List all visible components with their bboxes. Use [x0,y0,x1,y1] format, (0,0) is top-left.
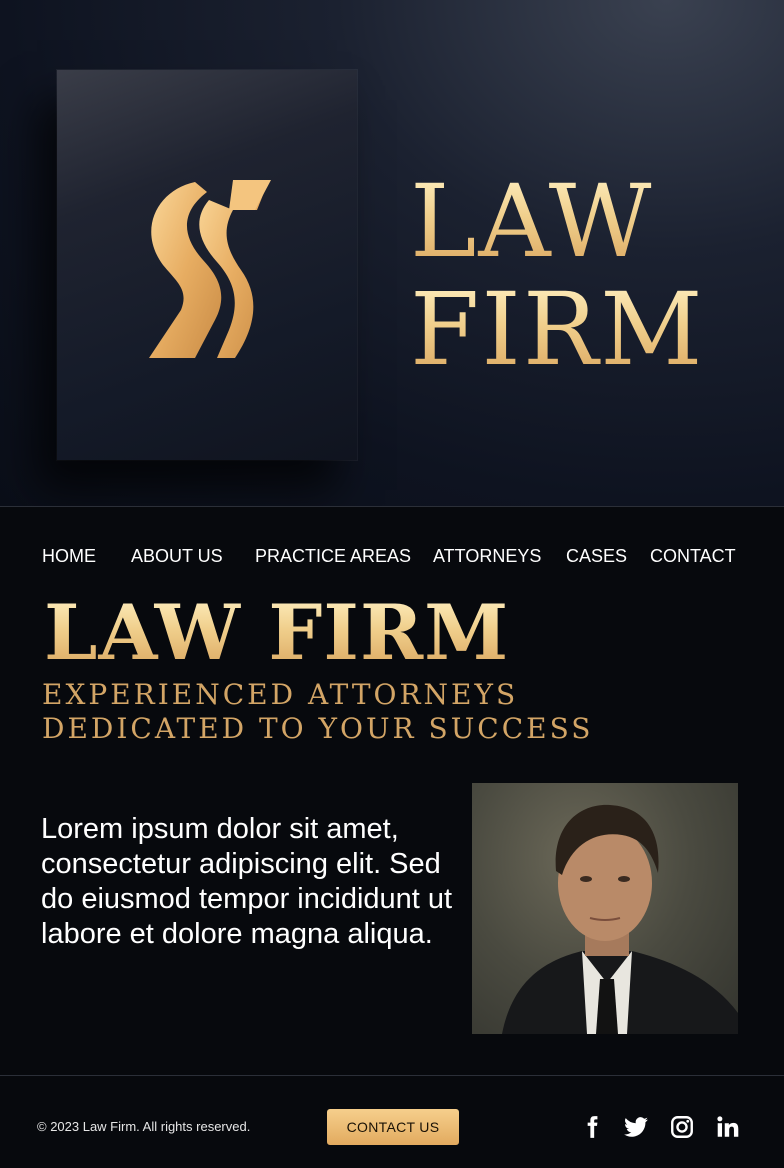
attorney-photo [472,783,738,1034]
hero-title: LAW FIRM [410,168,705,384]
nav-item-about-us[interactable]: ABOUT US [131,546,223,567]
nav-item-contact[interactable]: CONTACT [650,546,736,567]
hero-banner: LAW FIRM [0,0,784,506]
instagram-icon[interactable] [669,1114,695,1140]
hero-title-line1: LAW [410,168,705,276]
nav-item-practice-areas[interactable]: PRACTICE AREAS [255,546,411,567]
contact-us-button[interactable]: CONTACT US [327,1109,459,1145]
twitter-icon[interactable] [623,1114,649,1140]
page-title: LAW FIRM [44,588,510,677]
hero-title-line2: FIRM [410,271,705,388]
footer-divider [0,1075,784,1076]
nav-item-home[interactable]: HOME [42,546,96,567]
tagline-line1: EXPERIENCED ATTORNEYS [42,678,519,711]
nav-item-cases[interactable]: CASES [566,546,627,567]
copyright-text: © 2023 Law Firm. All rights reserved. [37,1119,251,1134]
tagline: EXPERIENCED ATTORNEYS DEDICATED TO YOUR … [42,678,593,746]
logo-card [57,70,357,460]
tagline-line2: DEDICATED TO YOUR SUCCESS [42,712,594,745]
hero-divider [0,506,784,507]
attorney-portrait-illustration [502,804,738,1034]
facebook-icon[interactable] [579,1114,605,1140]
main-nav: HOME ABOUT US PRACTICE AREAS ATTORNEYS C… [42,546,762,570]
nav-item-attorneys[interactable]: ATTORNEYS [433,546,541,567]
intro-text: Lorem ipsum dolor sit amet, consectetur … [41,813,453,950]
firm-logo-icon [149,180,271,358]
linkedin-icon[interactable] [715,1114,741,1140]
